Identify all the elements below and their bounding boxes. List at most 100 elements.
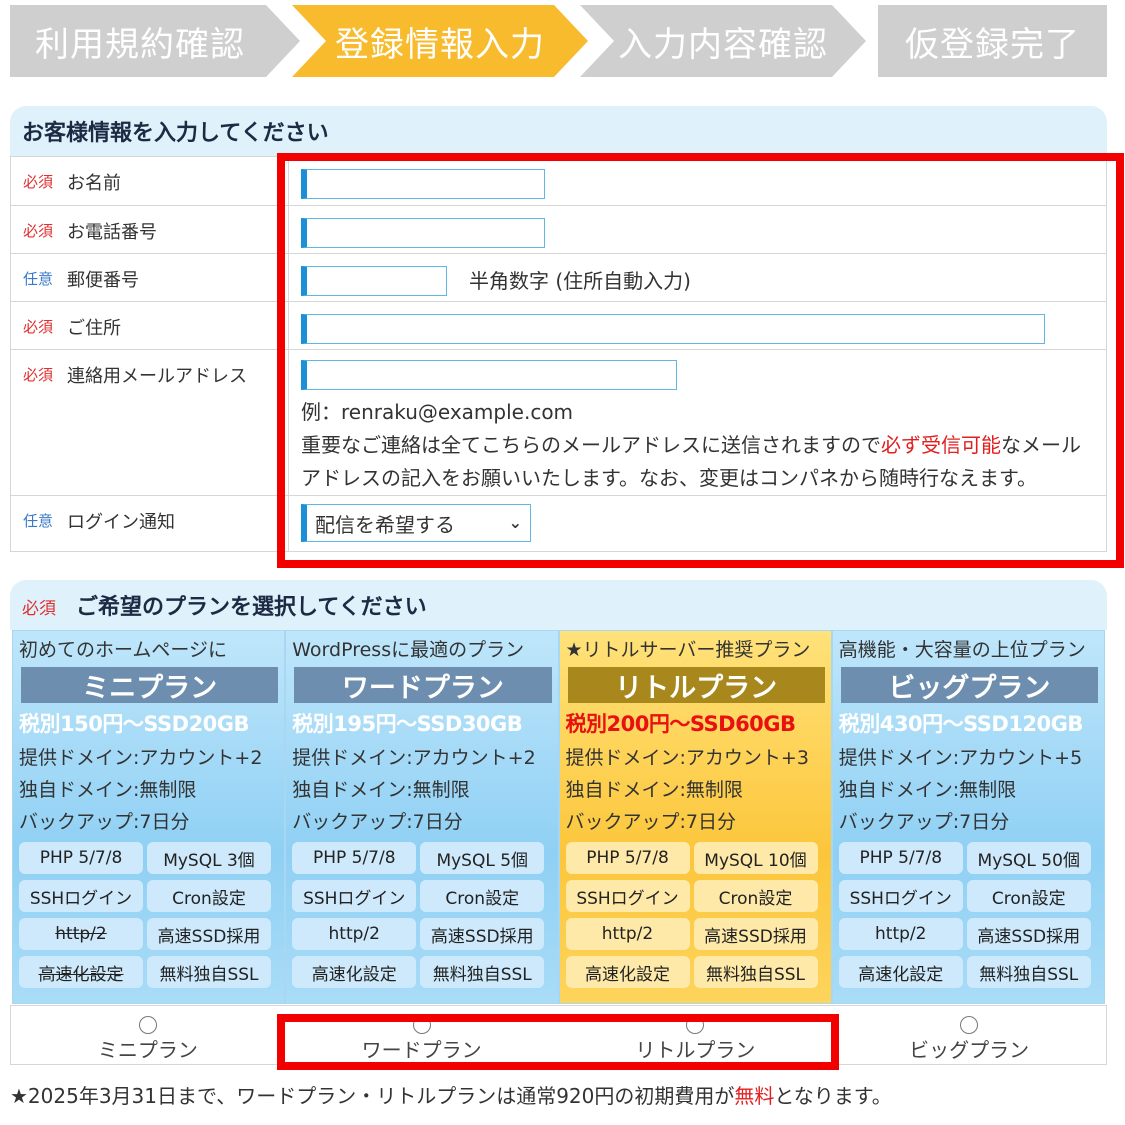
optional-tag: 任意 — [23, 270, 54, 288]
feature-badge: 無料独自SSL — [966, 956, 1091, 988]
feature-badge: 高速化設定 — [565, 956, 690, 988]
plan-domains: 提供ドメイン:アカウント+3 — [565, 747, 809, 769]
plan-domains: 提供ドメイン:アカウント+2 — [292, 747, 536, 769]
feature-badge: SSHログイン — [838, 880, 963, 912]
plan-card-little[interactable]: ★リトルサーバー推奨プラン リトルプラン 税別200円～SSD60GB 提供ドメ… — [558, 630, 832, 1004]
plan-subtitle: 高機能・大容量の上位プラン — [838, 639, 1086, 661]
feature-badge: http/2 — [292, 918, 417, 950]
radio-label: ワードプラン — [361, 1038, 482, 1062]
radio-button[interactable] — [960, 1016, 979, 1034]
plan-section-title: 必須 ご希望のプランを選択してください — [10, 580, 1107, 630]
plan-domains: 提供ドメイン:アカウント+5 — [838, 747, 1083, 769]
field-label: ご住所 — [67, 318, 122, 339]
feature-badge: 無料独自SSL — [693, 956, 818, 988]
chevron-down-icon: ⌄ — [508, 513, 522, 532]
feature-badge: 高速SSD採用 — [147, 918, 271, 950]
plan-price: 税別195円～SSD30GB — [292, 712, 523, 736]
plan-features: PHP 5/7/8 MySQL 50個 SSHログイン Cron設定 http/… — [838, 842, 1098, 988]
plan-radio-mini[interactable]: ミニプラン — [11, 1006, 285, 1064]
plan-radio-word[interactable]: ワードプラン — [285, 1006, 559, 1064]
plan-radio-little[interactable]: リトルプラン — [559, 1006, 833, 1064]
feature-badge: 高速SSD採用 — [420, 918, 545, 950]
name-input[interactable] — [301, 169, 545, 199]
plan-card-word[interactable]: WordPressに最適のプラン ワードプラン 税別195円～SSD30GB 提… — [285, 630, 559, 1004]
form-row-email: 必須 連絡用メールアドレス 例：renraku@example.com 重要なご… — [10, 350, 1107, 496]
plan-price: 税別430円～SSD120GB — [838, 712, 1084, 736]
step-registration-input: 登録情報入力 — [292, 5, 588, 77]
radio-label: ビッグプラン — [909, 1038, 1030, 1062]
field-label: 郵便番号 — [67, 270, 140, 291]
field-label: ログイン通知 — [67, 512, 176, 533]
plan-cards: 初めてのホームページに ミニプラン 税別150円～SSD20GB 提供ドメイン:… — [12, 630, 1105, 1004]
feature-badge: PHP 5/7/8 — [565, 842, 690, 874]
email-note-cont: アドレスの記入をお願いいたします。なお、変更はコンパネから随時行なえます。 — [301, 466, 1037, 490]
radio-label: リトルプラン — [635, 1038, 756, 1062]
plan-domains: 提供ドメイン:アカウント+2 — [19, 747, 263, 769]
feature-badge: Cron設定 — [420, 880, 545, 912]
address-input[interactable] — [301, 314, 1045, 344]
plan-backup: バックアップ:7日分 — [838, 811, 1010, 833]
form-row-login-notify: 任意 ログイン通知 配信を希望する ⌄ — [10, 496, 1107, 552]
feature-badge: 無料独自SSL — [147, 956, 271, 988]
feature-badge: SSHログイン — [565, 880, 690, 912]
feature-badge: MySQL 3個 — [147, 842, 271, 874]
required-tag: 必須 — [22, 598, 56, 619]
feature-badge: http/2 — [838, 918, 963, 950]
form-row-address: 必須 ご住所 — [10, 302, 1107, 350]
form-row-name: 必須 お名前 — [10, 157, 1107, 206]
feature-badge: MySQL 10個 — [693, 842, 818, 874]
feature-badge: MySQL 5個 — [420, 842, 545, 874]
feature-badge: Cron設定 — [147, 880, 271, 912]
feature-badge: Cron設定 — [693, 880, 818, 912]
plan-subtitle: 初めてのホームページに — [19, 639, 228, 661]
email-example: 例：renraku@example.com — [301, 400, 574, 424]
feature-badge: 高速SSD採用 — [693, 918, 818, 950]
feature-badge: PHP 5/7/8 — [19, 842, 143, 874]
optional-tag: 任意 — [23, 512, 54, 530]
login-notify-select[interactable]: 配信を希望する ⌄ — [301, 504, 531, 542]
radio-label: ミニプラン — [97, 1038, 198, 1062]
plan-price: 税別150円～SSD20GB — [19, 712, 250, 736]
plan-own-domain: 独自ドメイン:無制限 — [838, 779, 1017, 801]
customer-form: 必須 お名前 必須 お電話番号 任意 郵便番号 半角数字 (住所自動入力) 必須… — [10, 156, 1107, 552]
plan-card-big[interactable]: 高機能・大容量の上位プラン ビッグプラン 税別430円～SSD120GB 提供ド… — [831, 630, 1105, 1004]
phone-input[interactable] — [301, 218, 545, 248]
feature-badge: 高速化設定 — [838, 956, 963, 988]
feature-badge-unavailable: 高速化設定 — [19, 956, 143, 988]
plan-name: リトルプラン — [567, 667, 825, 704]
feature-badge: 無料独自SSL — [420, 956, 545, 988]
postal-code-input[interactable] — [301, 266, 447, 296]
plan-backup: バックアップ:7日分 — [565, 811, 737, 833]
feature-badge: MySQL 50個 — [966, 842, 1091, 874]
step-input-confirm: 入力内容確認 — [580, 5, 866, 77]
field-label: お電話番号 — [67, 222, 158, 243]
required-tag: 必須 — [23, 318, 54, 336]
plan-name: ビッグプラン — [840, 667, 1098, 704]
feature-badge: 高速SSD採用 — [966, 918, 1091, 950]
postal-hint: 半角数字 (住所自動入力) — [469, 269, 691, 293]
plan-subtitle: ★リトルサーバー推奨プラン — [565, 639, 811, 661]
plan-features: PHP 5/7/8 MySQL 3個 SSHログイン Cron設定 http/2… — [19, 842, 278, 988]
email-input[interactable] — [301, 360, 677, 390]
plan-radio-big[interactable]: ビッグプラン — [832, 1006, 1106, 1064]
required-tag: 必須 — [23, 173, 54, 191]
plan-price: 税別200円～SSD60GB — [565, 712, 797, 736]
plan-own-domain: 独自ドメイン:無制限 — [19, 779, 197, 801]
feature-badge: PHP 5/7/8 — [292, 842, 417, 874]
radio-button[interactable] — [412, 1016, 431, 1034]
plan-name: ワードプラン — [294, 667, 552, 704]
feature-badge: SSHログイン — [19, 880, 143, 912]
step-progress-bar: 利用規約確認 登録情報入力 入力内容確認 仮登録完了 — [10, 5, 1107, 77]
feature-badge-unavailable: http/2 — [19, 918, 143, 950]
feature-badge: PHP 5/7/8 — [838, 842, 963, 874]
required-tag: 必須 — [23, 222, 54, 240]
radio-button[interactable] — [138, 1016, 157, 1034]
plan-features: PHP 5/7/8 MySQL 5個 SSHログイン Cron設定 http/2… — [292, 842, 551, 988]
email-note: 重要なご連絡は全てこちらのメールアドレスに送信されますので必ず受信可能なメール — [301, 433, 1081, 457]
field-label: お名前 — [67, 173, 122, 194]
feature-badge: Cron設定 — [966, 880, 1091, 912]
plan-card-mini[interactable]: 初めてのホームページに ミニプラン 税別150円～SSD20GB 提供ドメイン:… — [12, 630, 286, 1004]
radio-button[interactable] — [686, 1016, 705, 1034]
plan-own-domain: 独自ドメイン:無制限 — [292, 779, 470, 801]
plan-name: ミニプラン — [21, 667, 279, 704]
